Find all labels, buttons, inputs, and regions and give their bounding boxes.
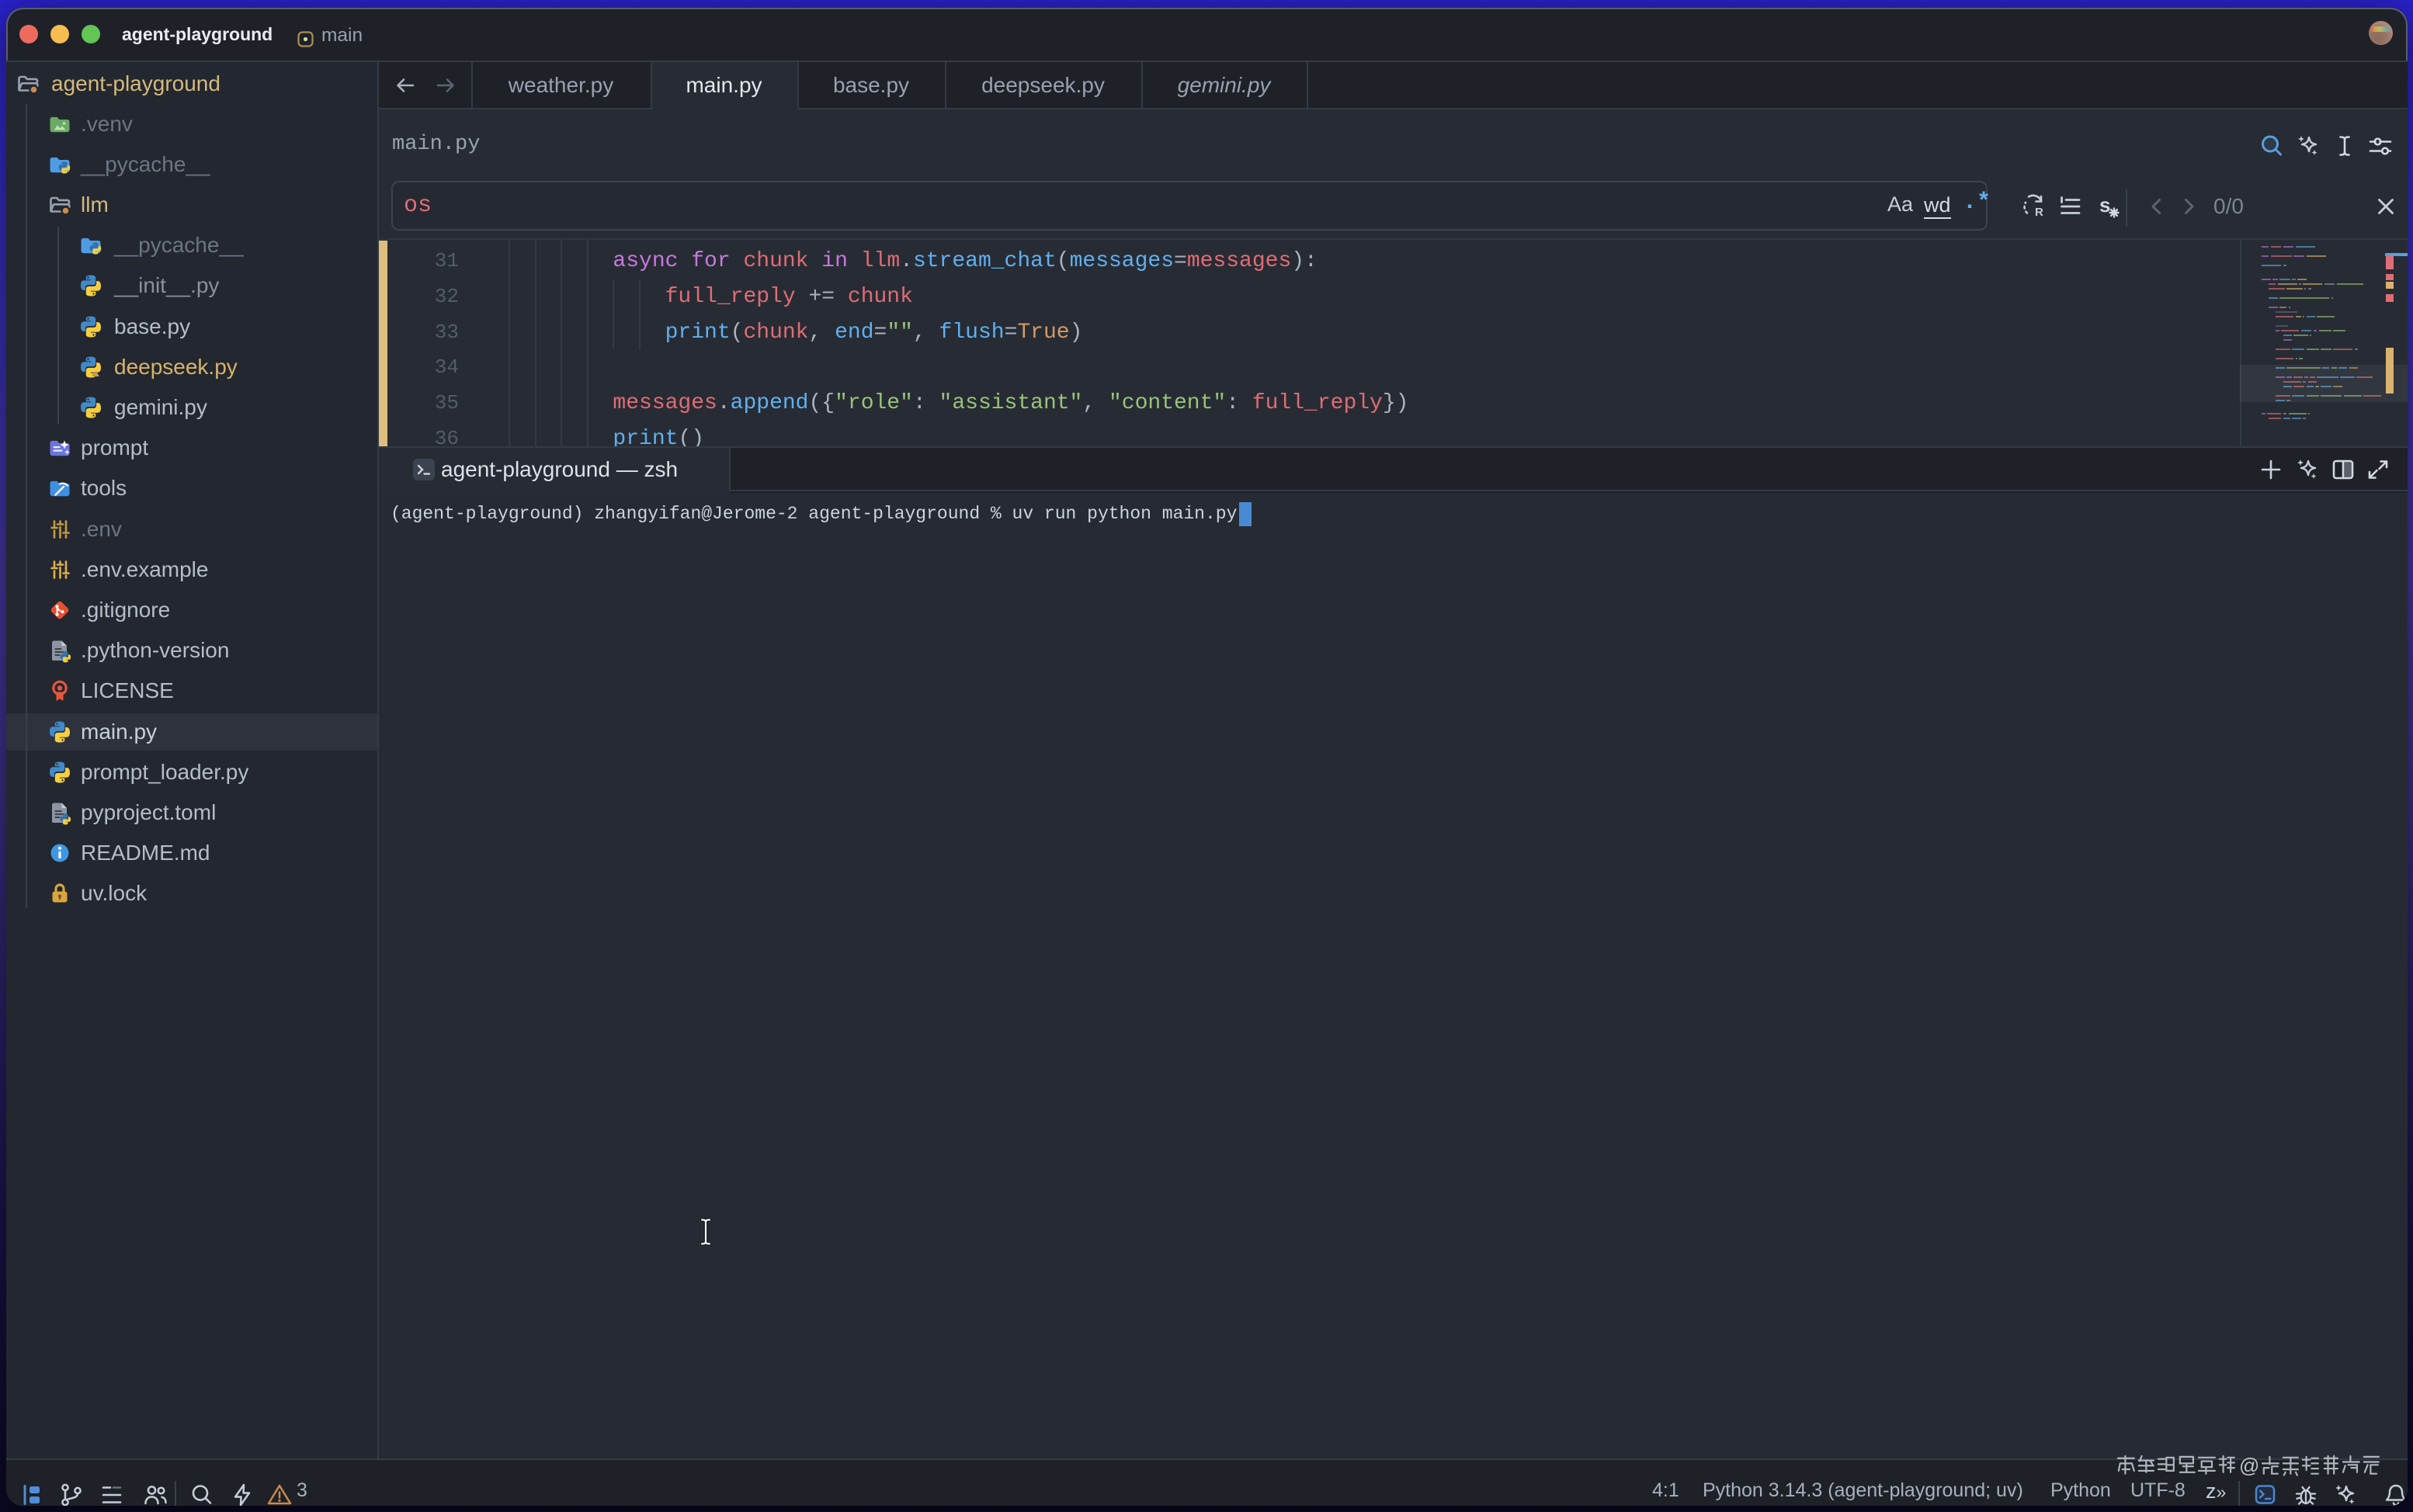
svg-text:@: @	[2239, 1454, 2259, 1477]
svg-text:s: s	[2099, 193, 2110, 217]
svg-text:R: R	[2035, 206, 2043, 219]
